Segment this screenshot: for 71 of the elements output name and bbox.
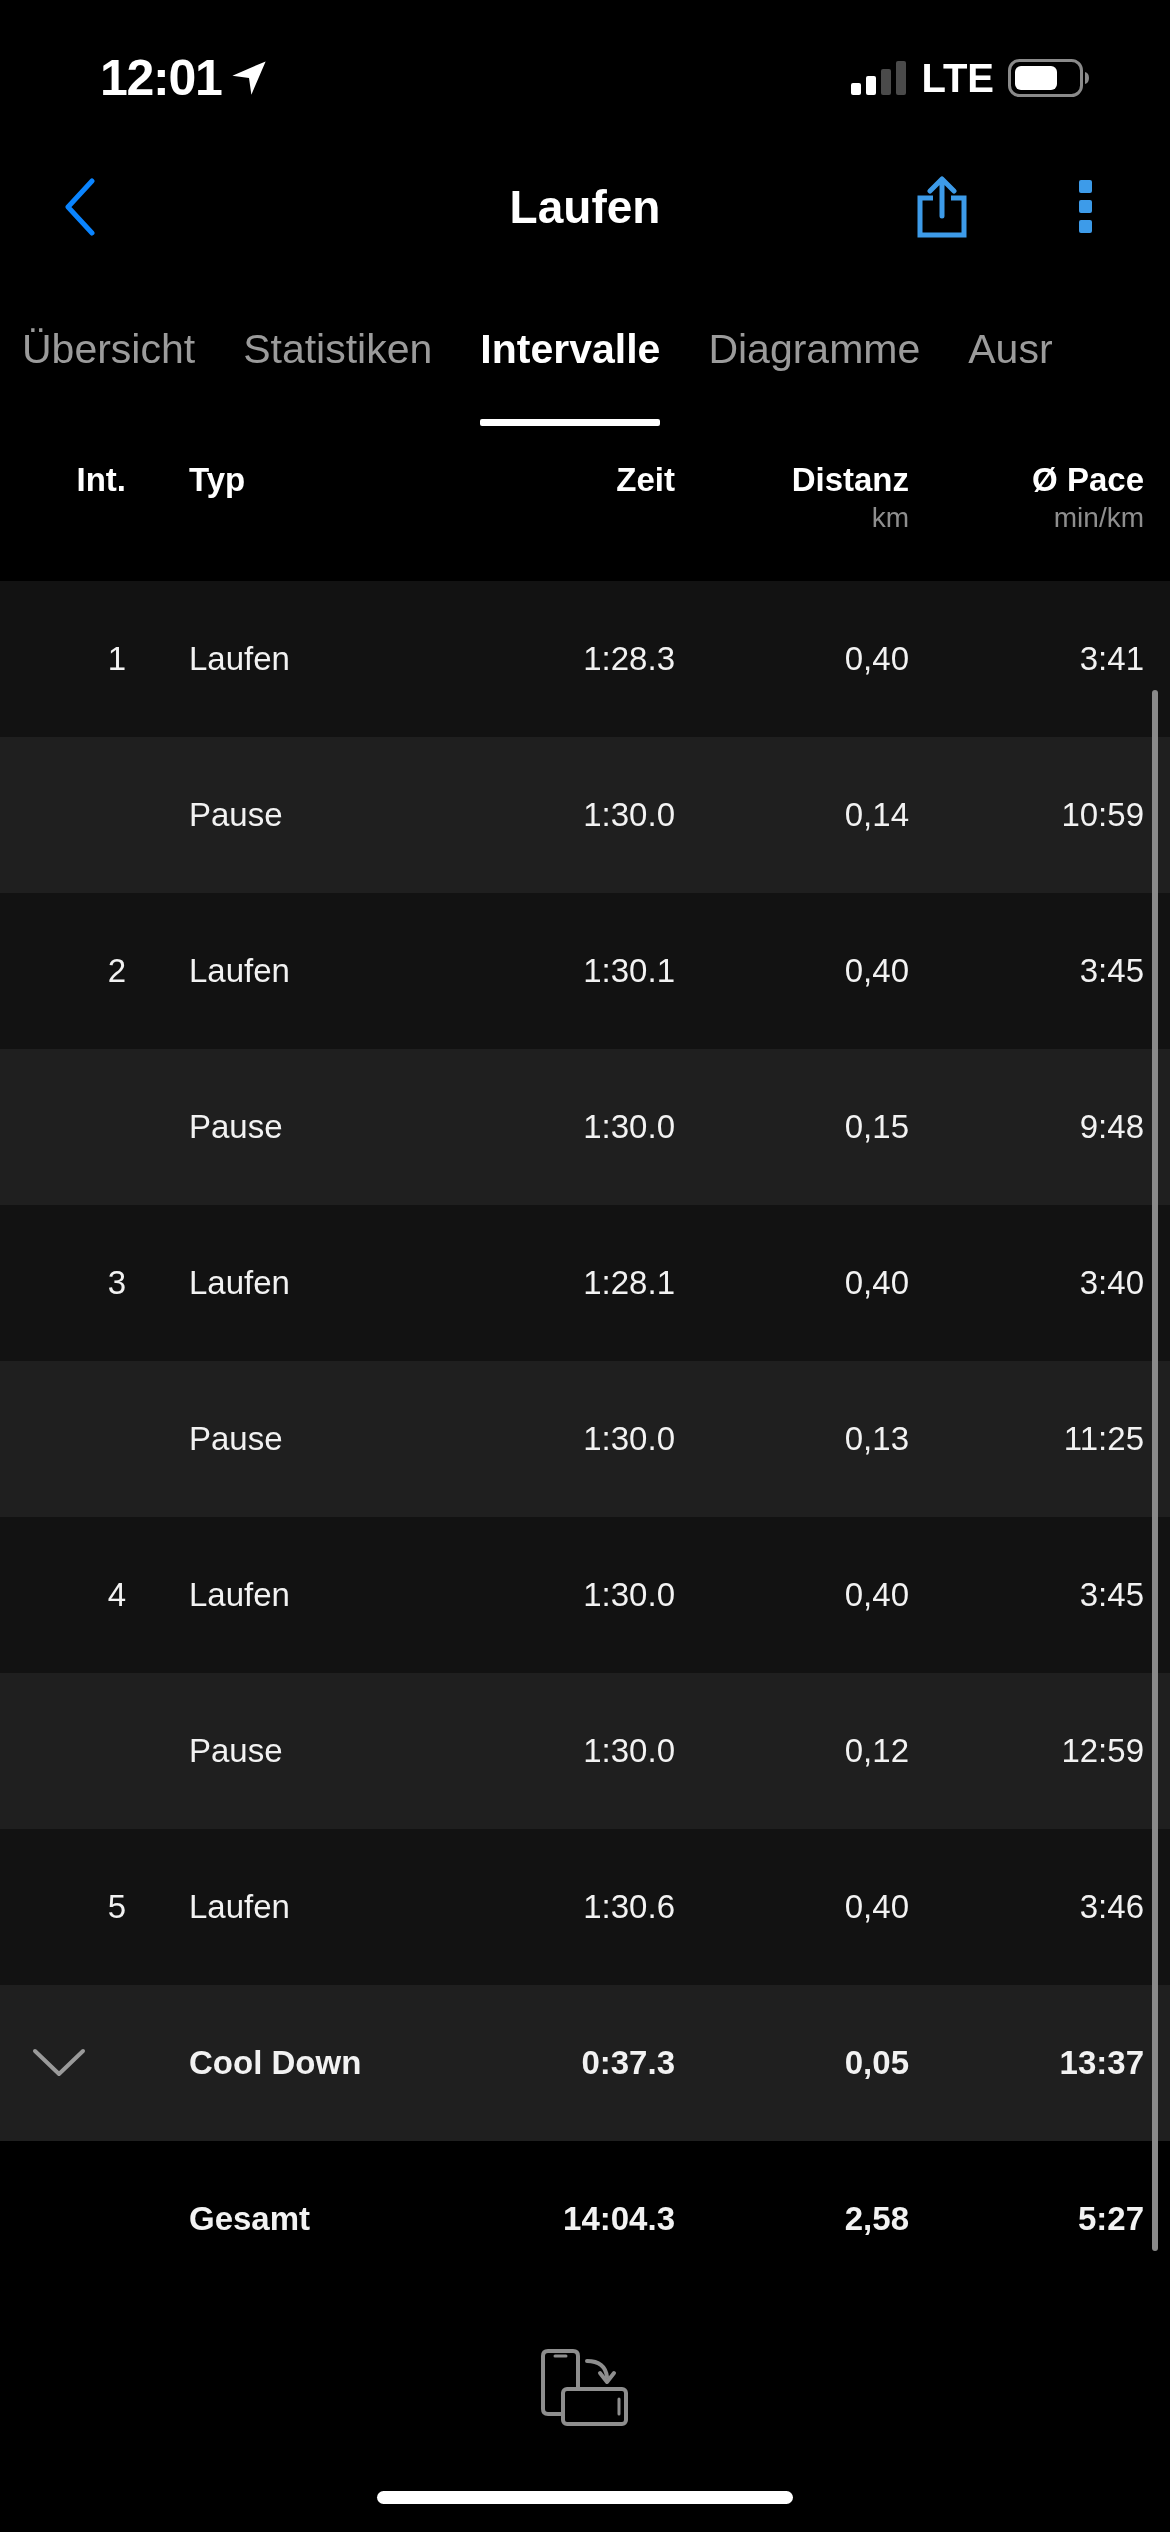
column-header: Zeit xyxy=(616,460,675,500)
column-header: Ø Pace xyxy=(1032,460,1144,500)
tab[interactable]: Diagramme xyxy=(708,264,921,430)
table-cell: 3:41 xyxy=(1079,639,1144,679)
table-cell: 1:30.6 xyxy=(583,1887,675,1927)
table-cell: 0,14 xyxy=(844,795,909,835)
table-cell: 14:04.3 xyxy=(563,2199,675,2239)
table-cell: 4 xyxy=(107,1575,126,1615)
table-cell: 0,40 xyxy=(844,1263,909,1303)
column-header: Typ xyxy=(189,460,246,500)
signal-bars-icon xyxy=(851,61,908,95)
table-cell: Laufen xyxy=(189,1263,290,1303)
table-cell: 3 xyxy=(107,1263,126,1303)
column-header: Int. xyxy=(76,460,126,500)
table-cell: Pause xyxy=(189,1107,283,1147)
table-cell: 3:40 xyxy=(1079,1263,1144,1303)
table-cell: 13:37 xyxy=(1059,2043,1144,2083)
table-cell: 0,40 xyxy=(844,1575,909,1615)
table-cell: 3:45 xyxy=(1079,951,1144,991)
table-cell: Pause xyxy=(189,795,283,835)
tab[interactable]: Übersicht xyxy=(22,264,196,430)
network-label: LTE xyxy=(921,55,994,101)
table-cell: 0,40 xyxy=(844,1887,909,1927)
table-cell: 1:30.0 xyxy=(583,1107,675,1147)
column-unit: min/km xyxy=(1053,501,1144,535)
screen-title: Laufen xyxy=(509,180,661,234)
status-time: 12:01 xyxy=(100,50,222,106)
table-cell: Laufen xyxy=(189,1575,290,1615)
table-cell: 0,40 xyxy=(844,639,909,679)
table-cell: 12:59 xyxy=(1061,1731,1144,1771)
table-cell: 5:27 xyxy=(1077,2199,1144,2239)
table-cell: Laufen xyxy=(189,1887,290,1927)
table-cell: 3:45 xyxy=(1079,1575,1144,1615)
table-cell: 9:48 xyxy=(1079,1107,1144,1147)
table-cell: 1:30.0 xyxy=(583,1419,675,1459)
table-cell: 1:30.0 xyxy=(583,1731,675,1771)
back-chevron-icon[interactable] xyxy=(64,178,96,236)
table-cell: 1:30.0 xyxy=(583,795,675,835)
table-cell: 3:46 xyxy=(1079,1887,1144,1927)
column-unit: km xyxy=(871,501,909,535)
table-cell: Cool Down xyxy=(189,2043,362,2083)
table-cell: Laufen xyxy=(189,951,290,991)
table-cell: 5 xyxy=(107,1887,126,1927)
column-header: Distanz xyxy=(791,460,909,500)
table-cell: 11:25 xyxy=(1063,1419,1144,1459)
tab[interactable]: Intervalle xyxy=(480,264,661,430)
tab[interactable]: Statistiken xyxy=(243,264,433,430)
table-cell: Pause xyxy=(189,1731,283,1771)
table-cell: 0,40 xyxy=(844,951,909,991)
table-cell: 0,05 xyxy=(844,2043,909,2083)
battery-icon xyxy=(1008,59,1090,97)
table-cell: Gesamt xyxy=(189,2199,311,2239)
table-cell: 1 xyxy=(107,639,126,679)
table-cell: 0,13 xyxy=(844,1419,909,1459)
table-cell: 1:28.1 xyxy=(583,1263,675,1303)
table-cell: 1:30.1 xyxy=(583,951,675,991)
table-cell: 0,12 xyxy=(844,1731,909,1771)
table-cell: Laufen xyxy=(189,639,290,679)
table-cell: Pause xyxy=(189,1419,283,1459)
tab[interactable]: Ausr xyxy=(968,264,1053,430)
more-options-icon[interactable] xyxy=(1079,180,1092,234)
table-cell: 1:28.3 xyxy=(583,639,675,679)
rotate-device-icon[interactable] xyxy=(541,2349,629,2427)
table-cell: 1:30.0 xyxy=(583,1575,675,1615)
table-cell: 0,15 xyxy=(844,1107,909,1147)
table-cell: 10:59 xyxy=(1061,795,1144,835)
table-cell: 2,58 xyxy=(844,2199,909,2239)
share-icon[interactable] xyxy=(917,176,967,238)
table-cell: 2 xyxy=(107,951,126,991)
chevron-down-icon[interactable] xyxy=(32,2048,86,2078)
table-cell: 0:37.3 xyxy=(581,2043,675,2083)
